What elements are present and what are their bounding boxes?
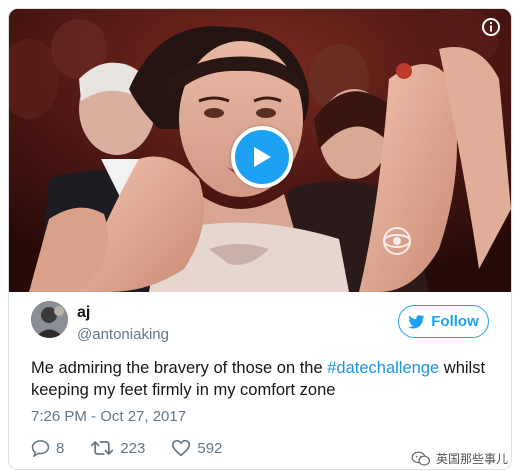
avatar[interactable] — [31, 301, 68, 338]
retweet-icon — [91, 441, 114, 455]
play-button[interactable] — [231, 126, 293, 188]
tweet-text-before: Me admiring the bravery of those on the — [31, 359, 328, 377]
heart-icon — [172, 439, 191, 457]
retweet-button[interactable]: 223 — [90, 439, 145, 457]
tweet-author-header: aj @antoniaking Follow — [9, 292, 511, 352]
tweet-card[interactable]: aj @antoniaking Follow Me admiring the b… — [8, 8, 512, 470]
like-button[interactable]: 592 — [171, 439, 222, 457]
follow-button-label: Follow — [431, 313, 479, 330]
hashtag-link[interactable]: #datechallenge — [327, 359, 439, 377]
tweet-actions: 8 223 592 — [31, 437, 248, 459]
info-icon[interactable] — [481, 17, 501, 37]
reply-button[interactable]: 8 — [31, 439, 64, 457]
tweet-text: Me admiring the bravery of those on the … — [31, 357, 501, 401]
author-handle[interactable]: @antoniaking — [77, 326, 169, 343]
wechat-icon — [411, 451, 430, 466]
watermark-text: 英国那些事儿 — [435, 452, 508, 466]
tweet-timestamp[interactable]: 7:26 PM - Oct 27, 2017 — [31, 408, 186, 425]
video-thumbnail[interactable] — [9, 9, 511, 292]
like-count: 592 — [197, 439, 223, 457]
twitter-bird-icon — [408, 314, 425, 328]
follow-button[interactable]: Follow — [398, 305, 489, 338]
reply-icon — [31, 440, 50, 457]
reply-count: 8 — [56, 439, 65, 457]
wechat-watermark: 英国那些事儿 — [411, 450, 508, 467]
retweet-count: 223 — [120, 439, 146, 457]
play-icon — [254, 147, 271, 167]
author-display-name[interactable]: aj — [77, 304, 90, 322]
